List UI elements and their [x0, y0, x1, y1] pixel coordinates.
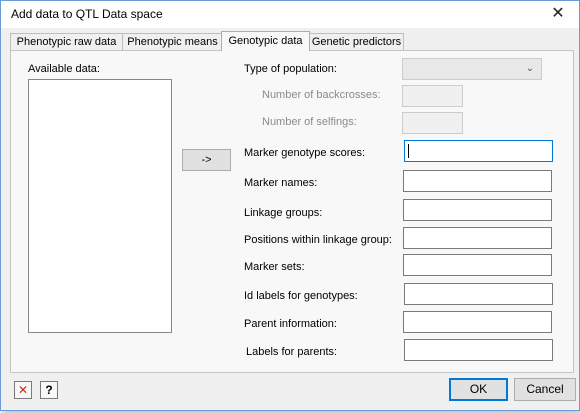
window-title: Add data to QTL Data space — [11, 7, 163, 21]
type-of-population-label: Type of population: — [244, 63, 337, 75]
labels-for-parents-label: Labels for parents: — [246, 346, 338, 358]
id-labels-for-genotypes-label: Id labels for genotypes: — [244, 290, 358, 302]
cancel-button[interactable]: Cancel — [514, 378, 576, 401]
tab-phenotypic-raw-data[interactable]: Phenotypic raw data — [10, 33, 123, 51]
marker-genotype-scores-label: Marker genotype scores: — [244, 147, 366, 159]
close-icon[interactable]: ✕ — [543, 3, 573, 25]
marker-sets-label: Marker sets: — [244, 261, 305, 273]
add-data-dialog: Add data to QTL Data space ✕ Phenotypic … — [0, 0, 580, 411]
number-of-selfings-label: Number of selfings: — [262, 116, 357, 128]
available-data-label: Available data: — [28, 63, 100, 75]
linkage-groups-label: Linkage groups: — [244, 207, 323, 219]
parent-information-label: Parent information: — [244, 318, 337, 330]
text-caret — [408, 144, 409, 158]
chevron-down-icon: ⌄ — [525, 63, 535, 74]
marker-names-field[interactable] — [403, 170, 552, 192]
id-labels-for-genotypes-field[interactable] — [404, 283, 553, 305]
linkage-groups-field[interactable] — [403, 199, 552, 221]
marker-genotype-scores-field[interactable] — [404, 140, 553, 162]
number-of-selfings-field — [402, 112, 463, 134]
title-bar: Add data to QTL Data space ✕ — [1, 1, 579, 28]
parent-information-field[interactable] — [403, 311, 552, 333]
marker-names-label: Marker names: — [244, 177, 318, 189]
marker-sets-field[interactable] — [403, 254, 552, 276]
clear-icon[interactable]: ✕ — [14, 381, 32, 399]
help-icon[interactable]: ? — [40, 381, 58, 399]
ok-button[interactable]: OK — [449, 378, 508, 401]
tab-genotypic-data[interactable]: Genotypic data — [221, 31, 310, 51]
number-of-backcrosses-field — [402, 85, 463, 107]
labels-for-parents-field[interactable] — [404, 339, 553, 361]
positions-within-linkage-group-field[interactable] — [403, 227, 552, 249]
number-of-backcrosses-label: Number of backcrosses: — [262, 89, 381, 101]
transfer-button[interactable]: -> — [182, 149, 231, 171]
available-data-list[interactable] — [28, 79, 172, 333]
tab-phenotypic-means[interactable]: Phenotypic means — [122, 33, 223, 51]
type-of-population-select: ⌄ — [402, 58, 542, 80]
positions-within-linkage-group-label: Positions within linkage group: — [244, 234, 392, 246]
tab-genetic-predictors[interactable]: Genetic predictors — [309, 33, 404, 51]
